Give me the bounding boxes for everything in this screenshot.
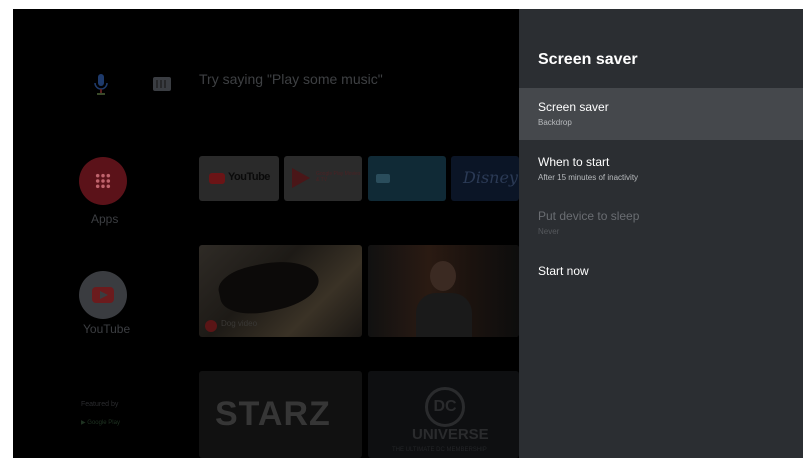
video-thumbnail-dog[interactable]: Dog video	[199, 245, 362, 337]
dc-logo-icon: DC	[425, 387, 465, 427]
option-label: Start now	[538, 264, 589, 278]
screen-saver-option[interactable]: Screen saver Backdrop	[519, 88, 803, 140]
settings-panel: Screen saver Screen saver Backdrop When …	[519, 9, 803, 458]
youtube-logo-icon	[209, 173, 225, 184]
youtube-label: YouTube	[83, 322, 131, 336]
option-value: After 15 minutes of inactivity	[538, 173, 639, 182]
play-tile-text: Google Play Movies & TV	[316, 171, 361, 183]
google-play-movies-tile[interactable]: Google Play Movies & TV	[284, 156, 362, 201]
dc-universe-text: UNIVERSE	[412, 426, 489, 443]
option-label: When to start	[538, 155, 610, 169]
dog-image	[215, 253, 323, 321]
apps-label: Apps	[91, 212, 119, 226]
video-thumbnail-person[interactable]	[368, 245, 519, 337]
dc-universe-tile[interactable]: DC UNIVERSE THE ULTIMATE DC MEMBERSHIP	[368, 371, 519, 458]
channel-avatar-icon	[205, 320, 217, 332]
starz-logo-text: STARZ	[215, 395, 331, 433]
disney-plus-tile[interactable]: Disney+	[451, 156, 519, 201]
option-value: Never	[538, 227, 560, 236]
video-caption: Dog video	[221, 319, 258, 328]
youtube-channel-button[interactable]	[79, 271, 127, 319]
starz-tile[interactable]: STARZ	[199, 371, 362, 458]
tv-screen: Try saying "Play some music" Apps YouTub…	[13, 9, 803, 458]
keyboard-icon[interactable]	[153, 77, 171, 91]
tv-icon	[376, 174, 390, 183]
option-label: Put device to sleep	[538, 209, 640, 223]
youtube-app-tile[interactable]: YouTube	[199, 156, 279, 201]
microphone-icon[interactable]	[91, 73, 111, 97]
person-head	[430, 261, 456, 291]
disney-tile-text: Disney+	[463, 168, 519, 187]
person-body	[416, 293, 472, 337]
apps-grid-icon	[95, 173, 111, 189]
panel-title: Screen saver	[538, 51, 638, 68]
app-tile-blue[interactable]	[368, 156, 446, 201]
dc-subtitle: THE ULTIMATE DC MEMBERSHIP	[392, 447, 487, 453]
put-device-to-sleep-option: Put device to sleep Never	[519, 198, 803, 248]
play-movies-icon	[292, 168, 310, 188]
start-now-option[interactable]: Start now	[519, 255, 803, 289]
featured-by-label: Featured by	[81, 401, 119, 408]
google-play-label: ▶ Google Play	[81, 420, 120, 426]
apps-button[interactable]	[79, 157, 127, 205]
option-value: Backdrop	[538, 118, 572, 127]
when-to-start-option[interactable]: When to start After 15 minutes of inacti…	[519, 144, 803, 194]
option-label: Screen saver	[538, 100, 609, 114]
home-screen-dimmed: Try saying "Play some music" Apps YouTub…	[13, 9, 519, 458]
youtube-play-icon	[92, 287, 114, 303]
search-hint[interactable]: Try saying "Play some music"	[199, 71, 383, 87]
youtube-tile-text: YouTube	[228, 171, 270, 183]
